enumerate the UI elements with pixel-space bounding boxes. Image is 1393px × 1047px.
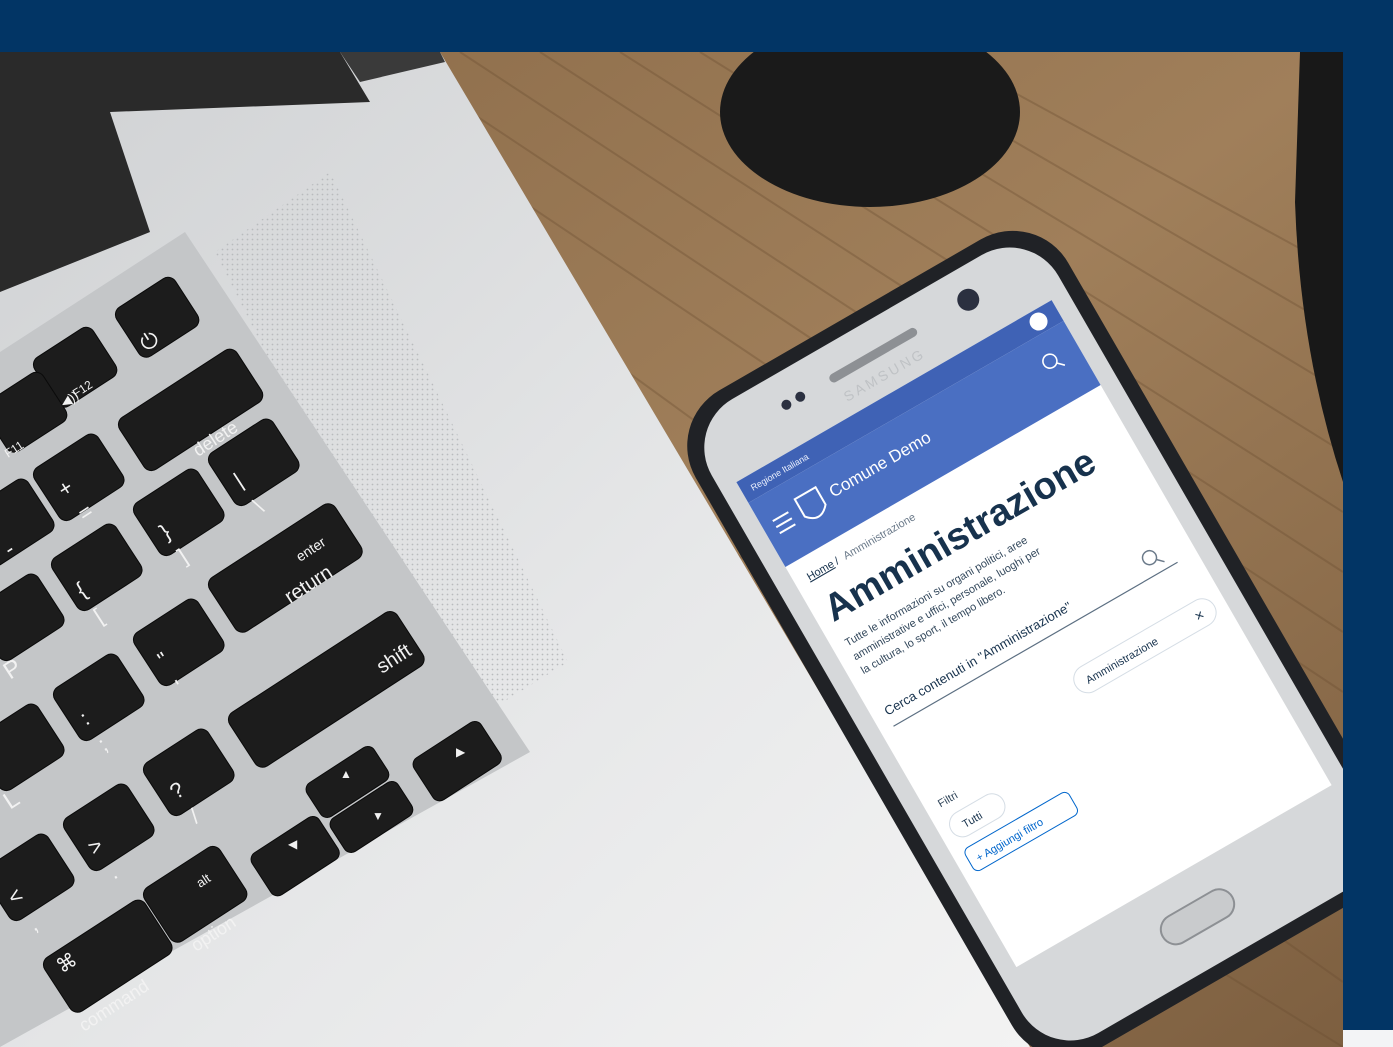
arrow-left-icon: ◀ [288, 837, 298, 851]
arrow-up-icon: ▲ [340, 767, 352, 781]
arrow-down-icon: ▼ [372, 809, 384, 823]
photo-illustration: ⏻ F12 ◀)) F11 delete + = - | \ } ] { [ P… [0, 52, 1343, 1047]
arrow-right-icon: ▶ [456, 745, 466, 759]
frame: ⏻ F12 ◀)) F11 delete + = - | \ } ] { [ P… [0, 0, 1393, 1047]
hero-photo: ⏻ F12 ◀)) F11 delete + = - | \ } ] { [ P… [0, 52, 1343, 1047]
